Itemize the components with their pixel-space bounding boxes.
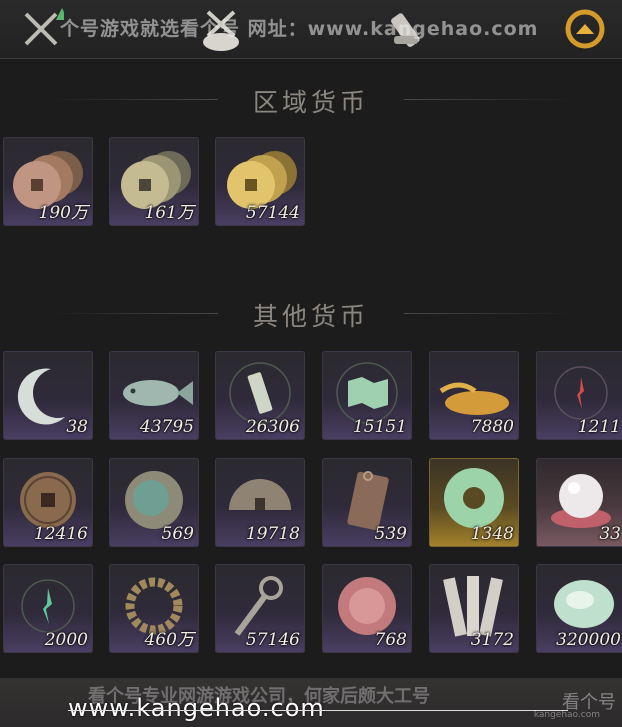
currency-item[interactable]: 1348	[429, 458, 519, 547]
item-count: 460万	[144, 630, 194, 650]
currency-item[interactable]: 3172	[429, 564, 519, 653]
item-count: 12416	[33, 524, 88, 544]
item-count: 57146	[245, 630, 300, 650]
currency-item[interactable]: 15151	[322, 351, 412, 440]
watermark-text: 个号游戏就选看个号 网址：www.kangehao.com	[60, 18, 539, 40]
section-title-text: 区域货币	[252, 88, 369, 117]
currency-item[interactable]: 12416	[3, 458, 93, 547]
currency-item[interactable]: 569	[109, 458, 199, 547]
title-divider-left	[48, 99, 218, 100]
section-title-other: 其他货币	[0, 297, 622, 333]
item-count: 15151	[352, 417, 407, 437]
title-divider-left	[48, 313, 218, 314]
section-title-text: 其他货币	[252, 302, 369, 331]
item-count: 43795	[139, 417, 194, 437]
item-count: 38	[66, 417, 88, 437]
crossed-swords-icon[interactable]	[18, 6, 64, 52]
footer-url[interactable]: www.kangehao.com	[68, 694, 325, 722]
currency-item[interactable]: 38	[3, 351, 93, 440]
item-count: 161万	[144, 203, 194, 223]
currency-item[interactable]: 19718	[215, 458, 305, 547]
currency-item[interactable]: 768	[322, 564, 412, 653]
item-count: 569	[161, 524, 194, 544]
item-count: 26306	[245, 417, 300, 437]
currency-item[interactable]: 320000	[536, 564, 622, 653]
item-count: 320000	[556, 630, 621, 650]
currency-item[interactable]: 2000	[3, 564, 93, 653]
title-divider-right	[404, 99, 574, 100]
currency-icon[interactable]	[562, 6, 608, 52]
currency-item[interactable]: 460万	[109, 564, 199, 653]
item-count: 768	[374, 630, 407, 650]
item-count: 1211	[577, 417, 621, 437]
currency-item[interactable]: 190万	[3, 137, 93, 226]
item-count: 1348	[470, 524, 514, 544]
currency-item[interactable]: 7880	[429, 351, 519, 440]
currency-item[interactable]: 43795	[109, 351, 199, 440]
footer-bar: 看个号专业网游游戏公司，何家后颇大工号 www.kangehao.com 看个号…	[0, 678, 622, 727]
item-count: 7880	[470, 417, 514, 437]
currency-item[interactable]: 57146	[215, 564, 305, 653]
item-count: 539	[374, 524, 407, 544]
item-count: 3172	[470, 630, 514, 650]
currency-item[interactable]: 1211	[536, 351, 622, 440]
section-title-regional: 区域货币	[0, 83, 622, 119]
currency-item[interactable]: 33	[536, 458, 622, 547]
item-count: 190万	[38, 203, 88, 223]
footer-logo-sub: kangehao.com	[533, 710, 600, 720]
item-count: 33	[599, 524, 621, 544]
url-underline	[68, 710, 568, 711]
item-count: 2000	[44, 630, 88, 650]
currency-item[interactable]: 57144	[215, 137, 305, 226]
item-count: 19718	[245, 524, 300, 544]
currency-item[interactable]: 26306	[215, 351, 305, 440]
currency-item[interactable]: 539	[322, 458, 412, 547]
title-divider-right	[404, 313, 574, 314]
item-count: 57144	[245, 203, 300, 223]
currency-item[interactable]: 161万	[109, 137, 199, 226]
top-bar: 个号游戏就选看个号 网址：www.kangehao.com	[0, 0, 622, 59]
